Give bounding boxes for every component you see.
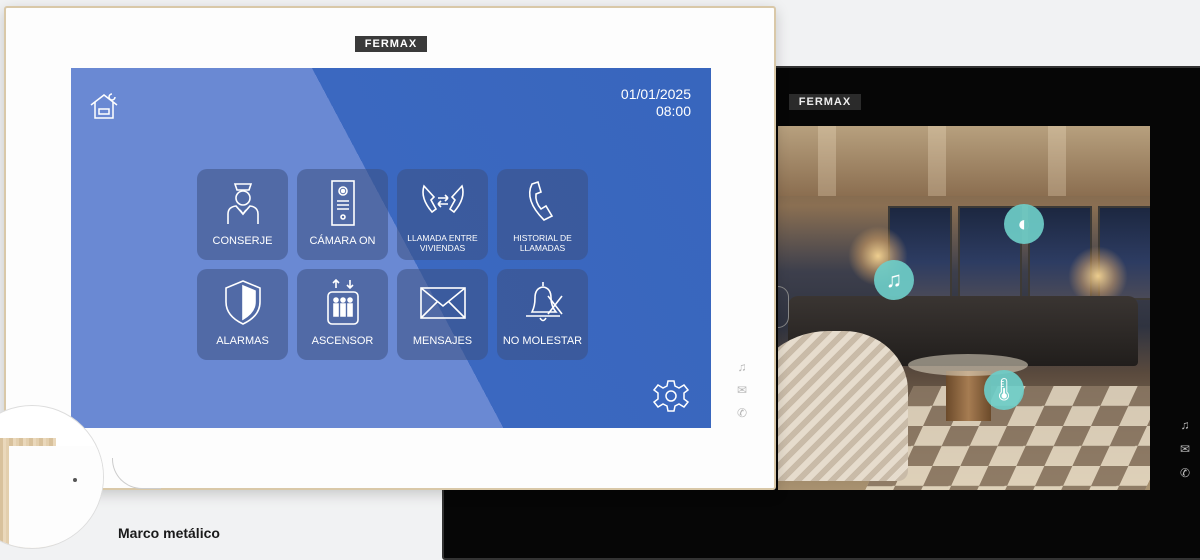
camera-edge [778, 286, 789, 328]
brand-logo: FERMAX [789, 94, 861, 110]
envelope-icon[interactable]: ✉ [737, 383, 747, 397]
bell-off-icon [525, 282, 563, 322]
tile-label: CÁMARA ON [309, 235, 376, 247]
ceiling-beam [818, 126, 836, 196]
back-side-buttons: ♫ ✉ ✆ [1180, 418, 1190, 480]
tile-ascensor[interactable]: ASCENSOR [297, 269, 388, 360]
elevator-icon [326, 278, 359, 325]
ceiling-beam [1048, 126, 1066, 196]
phone-icon[interactable]: ✆ [737, 406, 747, 420]
envelope-icon [419, 287, 466, 319]
gear-icon[interactable] [653, 378, 689, 414]
tile-alarmas[interactable]: ALARMAS [197, 269, 288, 360]
tile-label: CONSERJE [212, 235, 273, 247]
living-room-photo: ♫ ◐ 🌡 [778, 126, 1150, 490]
tile-camara-on[interactable]: CÁMARA ON [297, 169, 388, 260]
door-panel-icon [330, 180, 355, 226]
music-note-icon[interactable]: ♫ [874, 260, 914, 300]
tile-no-molestar[interactable]: NO MOLESTAR [497, 269, 588, 360]
bell-icon[interactable]: ♫ [1181, 418, 1190, 432]
tile-label: NO MOLESTAR [502, 335, 583, 347]
tile-label: ALARMAS [216, 335, 269, 347]
armchair [778, 331, 908, 481]
bell-icon[interactable]: ♫ [738, 360, 747, 374]
tile-conserje[interactable]: CONSERJE [197, 169, 288, 260]
light-brightness-icon[interactable]: ◐ [1004, 204, 1044, 244]
date-text: 01/01/2025 [620, 86, 691, 102]
tile-historial-de-llamadas[interactable]: HISTORIAL DE LLAMADAS [497, 169, 588, 260]
tile-label: HISTORIAL DE LLAMADAS [513, 233, 572, 253]
tile-label: ASCENSOR [311, 335, 374, 347]
white-face [9, 446, 103, 548]
tile-llamada-entre-viviendas[interactable]: LLAMADA ENTRE VIVIENDAS [397, 169, 488, 260]
tile-label: LLAMADA ENTRE VIVIENDAS [407, 233, 478, 253]
thermometer-icon[interactable]: 🌡 [984, 370, 1024, 410]
phone-icon[interactable]: ✆ [1180, 466, 1190, 480]
tile-label: MENSAJES [412, 335, 473, 347]
time-text: 08:00 [655, 103, 691, 119]
ceiling-beam [928, 126, 946, 196]
caption-text: Marco metálico [118, 525, 220, 541]
app-grid: CONSERJE CÁMARA ON LLAMADA ENTRE VIVIEND… [197, 169, 588, 360]
envelope-icon[interactable]: ✉ [1180, 442, 1190, 456]
touch-screen: 01/01/2025 08:00 CONSERJE CÁMARA ON LLAM… [71, 68, 711, 428]
phone-icon [528, 180, 553, 221]
tile-mensajes[interactable]: MENSAJES [397, 269, 488, 360]
intercall-icon [421, 184, 464, 214]
home-icon[interactable] [88, 90, 120, 122]
concierge-icon [226, 183, 259, 224]
front-monitor: FERMAX 01/01/2025 08:00 CONSERJE CÁMARA … [4, 6, 776, 490]
front-side-buttons: ♫ ✉ ✆ [737, 360, 747, 420]
date-time: 01/01/2025 08:00 [621, 86, 691, 120]
shield-icon [224, 280, 261, 325]
microphone-hole [73, 478, 77, 482]
brand-logo: FERMAX [355, 36, 427, 52]
